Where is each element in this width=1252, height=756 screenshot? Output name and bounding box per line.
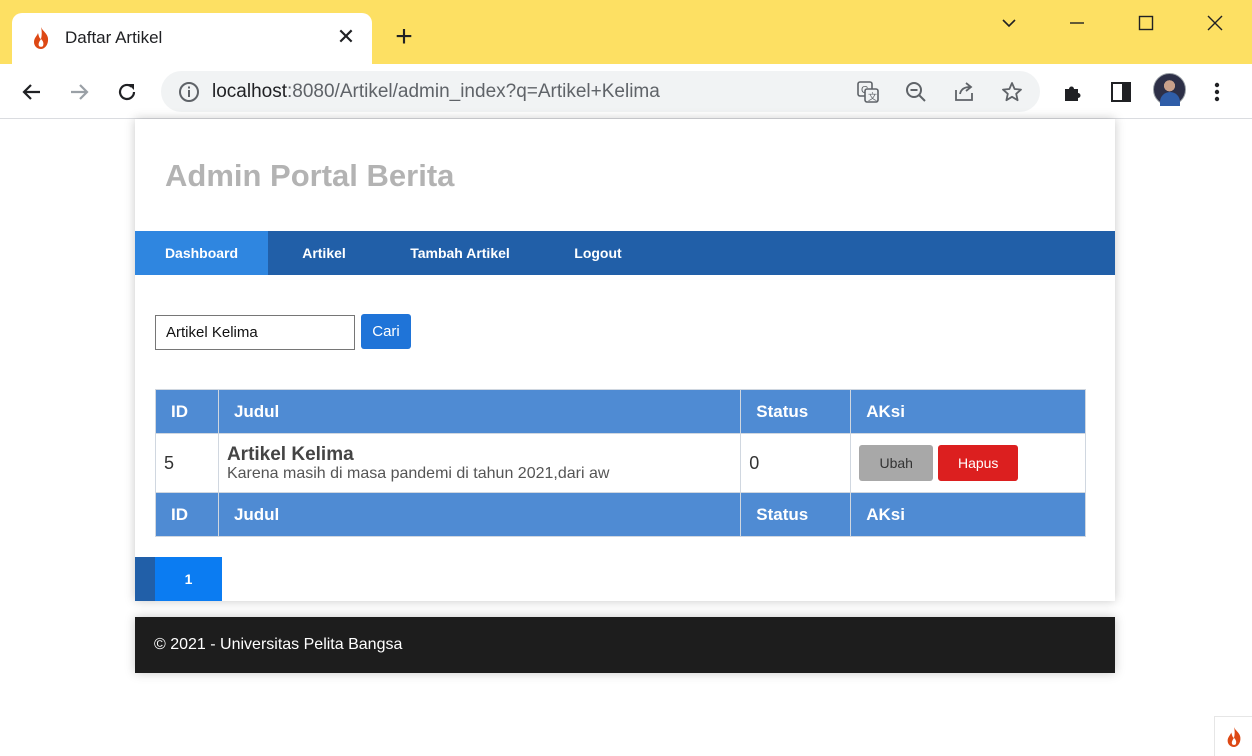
cell-judul: Artikel Kelima Karena masih di masa pand… — [217, 433, 742, 493]
site-info-icon[interactable] — [178, 81, 200, 103]
footer-copyright: © 2021 - Universitas Pelita Bangsa — [154, 636, 403, 653]
table-row: 5 Artikel Kelima Karena masih di masa pa… — [155, 433, 1086, 493]
cell-id: 5 — [155, 433, 219, 493]
menu-dots-icon[interactable] — [1201, 76, 1233, 108]
close-window-icon[interactable] — [1192, 8, 1238, 38]
col-id-header: ID — [155, 389, 219, 434]
tab-close-button[interactable]: ✕ — [334, 23, 358, 51]
pagination-page-current[interactable]: 1 — [155, 557, 222, 601]
col-status-header: Status — [740, 389, 852, 434]
col-judul-header: Judul — [217, 389, 742, 434]
zoom-out-icon[interactable] — [903, 79, 929, 105]
minimize-icon[interactable] — [1054, 8, 1100, 38]
articles-table: ID Judul Status AKsi 5 Artikel Kelima Ka… — [155, 389, 1086, 537]
nav-dashboard[interactable]: Dashboard — [135, 231, 268, 275]
table-footer-row: ID Judul Status AKsi — [155, 492, 1086, 537]
tab-title: Daftar Artikel — [65, 28, 163, 47]
url-path: :8080/Artikel/admin_index?q=Artikel+Keli… — [287, 81, 660, 102]
article-excerpt: Karena masih di masa pandemi di tahun 20… — [226, 464, 610, 482]
codeigniter-flame-icon — [30, 26, 52, 50]
col-id-footer: ID — [155, 492, 219, 537]
article-title[interactable]: Artikel Kelima — [227, 444, 740, 465]
reload-icon[interactable] — [111, 76, 143, 108]
search-input[interactable] — [155, 315, 355, 350]
back-arrow-icon[interactable] — [16, 76, 48, 108]
svg-text:文: 文 — [868, 91, 877, 102]
tab-search-icon[interactable] — [986, 8, 1032, 38]
avatar-figure — [1160, 92, 1180, 106]
url-text[interactable]: localhost:8080/Artikel/admin_index?q=Art… — [212, 81, 660, 103]
browser-toolbar: localhost:8080/Artikel/admin_index?q=Art… — [0, 64, 1252, 119]
side-panel-icon[interactable] — [1105, 76, 1137, 108]
col-status-footer: Status — [740, 492, 852, 537]
url-host: localhost — [212, 81, 287, 102]
delete-button[interactable]: Hapus — [938, 445, 1019, 481]
nav-logout[interactable]: Logout — [540, 231, 656, 275]
main-nav: Dashboard Artikel Tambah Artikel Logout — [135, 231, 1115, 275]
site-footer: © 2021 - Universitas Pelita Bangsa — [135, 617, 1115, 673]
cell-status: 0 — [740, 433, 852, 493]
cell-aksi: Ubah Hapus — [850, 433, 1086, 493]
col-judul-footer: Judul — [217, 492, 742, 537]
page-container: Admin Portal Berita Dashboard Artikel Ta… — [135, 119, 1115, 601]
pagination-bar — [135, 557, 155, 601]
share-icon[interactable] — [951, 79, 977, 105]
codeigniter-flame-icon[interactable] — [1214, 716, 1252, 756]
profile-avatar[interactable] — [1153, 73, 1186, 106]
browser-titlebar: Daftar Artikel ✕ + — [0, 0, 1252, 64]
new-tab-button[interactable]: + — [390, 22, 418, 54]
site-title: Admin Portal Berita — [165, 158, 455, 193]
nav-tambah-artikel[interactable]: Tambah Artikel — [380, 231, 540, 275]
col-aksi-footer: AKsi — [850, 492, 1086, 537]
forward-arrow-icon[interactable] — [63, 76, 95, 108]
bookmark-star-icon[interactable] — [999, 79, 1025, 105]
nav-artikel[interactable]: Artikel — [268, 231, 380, 275]
search-button[interactable]: Cari — [361, 314, 411, 349]
col-aksi-header: AKsi — [850, 389, 1086, 434]
table-header-row: ID Judul Status AKsi — [155, 389, 1086, 434]
edit-button[interactable]: Ubah — [859, 445, 934, 481]
translate-icon[interactable]: G文 — [855, 79, 881, 105]
address-bar[interactable]: localhost:8080/Artikel/admin_index?q=Art… — [161, 71, 1040, 112]
extensions-icon[interactable] — [1057, 76, 1089, 108]
browser-tab-active[interactable]: Daftar Artikel ✕ — [12, 13, 372, 64]
maximize-icon[interactable] — [1123, 8, 1169, 38]
